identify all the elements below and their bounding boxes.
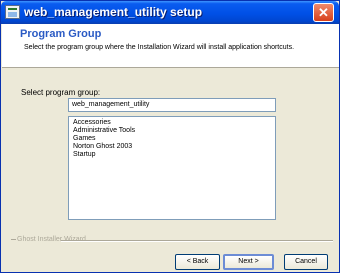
cancel-button[interactable]: Cancel [284, 254, 328, 270]
wizard-header: Program Group Select the program group w… [2, 24, 339, 68]
window-title: web_management_utility setup [24, 5, 203, 19]
program-group-input[interactable]: web_management_utility [68, 98, 276, 112]
next-button[interactable]: Next > [223, 254, 274, 270]
program-group-label: Select program group: [21, 88, 101, 97]
back-button[interactable]: < Back [175, 254, 220, 270]
title-bar[interactable]: web_management_utility setup ✕ [1, 1, 339, 24]
list-item[interactable]: Startup [73, 151, 275, 159]
program-group-list[interactable]: Accessories Administrative Tools Games N… [68, 116, 276, 220]
installer-app-icon [5, 5, 20, 19]
list-item[interactable]: Norton Ghost 2003 [73, 143, 275, 151]
close-button[interactable]: ✕ [313, 3, 334, 22]
list-item[interactable]: Accessories [73, 119, 275, 127]
list-item[interactable]: Administrative Tools [73, 127, 275, 135]
footer-divider [61, 240, 333, 242]
setup-window: web_management_utility setup ✕ Program G… [0, 0, 340, 273]
page-title: Program Group [20, 28, 102, 40]
list-item[interactable]: Games [73, 135, 275, 143]
page-description: Select the program group where the Insta… [24, 44, 295, 51]
